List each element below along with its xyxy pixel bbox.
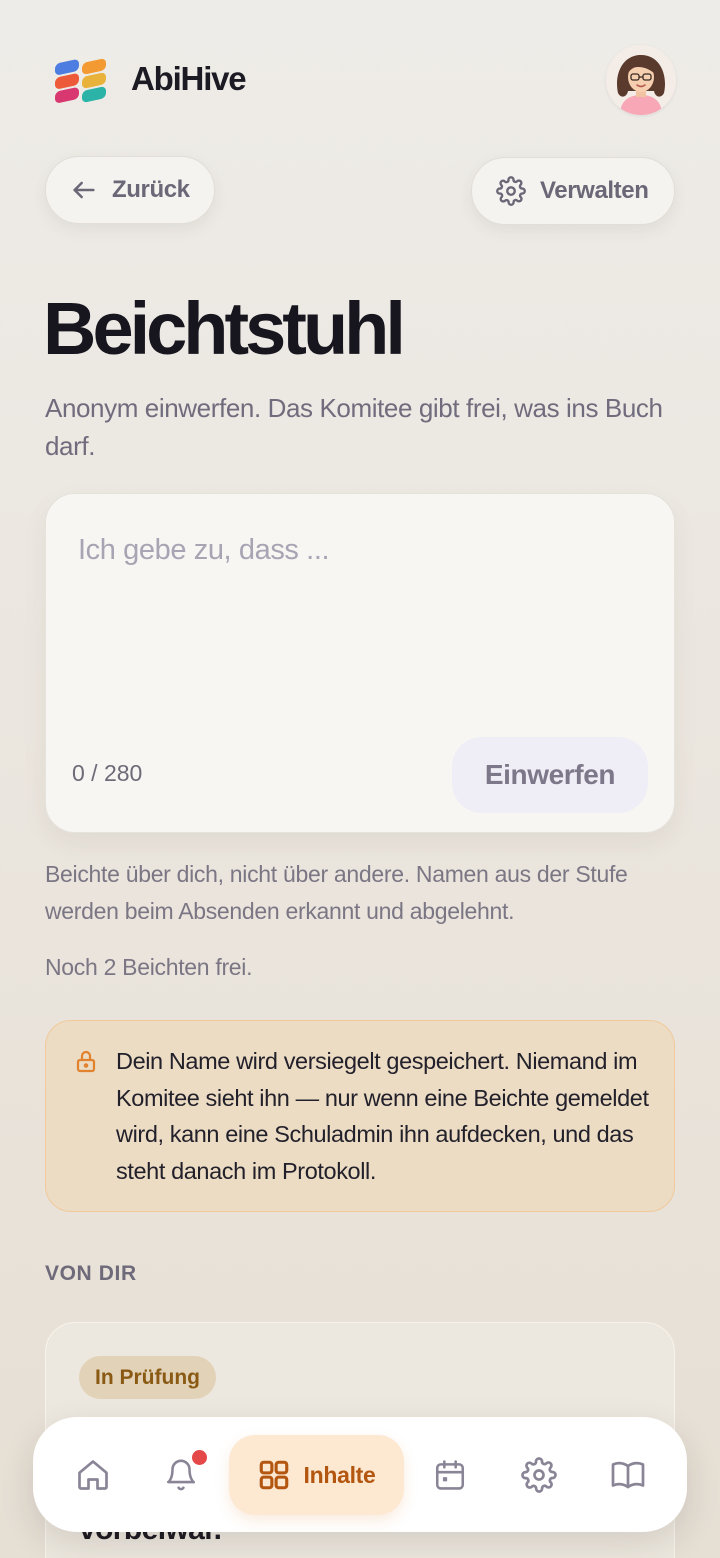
character-counter: 0 / 280 <box>72 760 143 786</box>
nav-calendar[interactable] <box>430 1417 470 1532</box>
nav-home[interactable] <box>71 1417 115 1532</box>
confession-input[interactable] <box>78 534 638 714</box>
gear-icon <box>496 176 526 206</box>
grid-icon <box>260 1460 289 1490</box>
bottom-navigation: Inhalte <box>33 1417 687 1532</box>
calendar-icon <box>435 1459 465 1490</box>
page-subtitle: Anonym einwerfen. Das Komitee gibt frei,… <box>45 393 663 461</box>
back-button-label: Zurück <box>112 176 190 203</box>
gear-icon <box>521 1456 557 1493</box>
book-icon <box>611 1461 645 1488</box>
status-badge: In Prüfung <box>79 1356 216 1399</box>
nav-book[interactable] <box>607 1417 649 1532</box>
back-button[interactable]: Zurück <box>45 156 215 224</box>
confession-form: 0 / 280 Einwerfen <box>45 493 675 833</box>
section-heading-own: VON DIR <box>45 1262 137 1285</box>
avatar[interactable] <box>606 45 676 115</box>
brand-name: AbiHive <box>131 60 247 97</box>
app-logo <box>54 55 108 105</box>
remaining-count: Noch 2 Beichten frei. <box>45 954 253 980</box>
manage-button-label: Verwalten <box>540 177 649 204</box>
notice-text: Dein Name wird versiegelt gespeichert. N… <box>116 1048 649 1184</box>
submit-button[interactable]: Einwerfen <box>452 737 648 813</box>
hint-text: Beichte über dich, nicht über andere. Na… <box>45 861 628 924</box>
notification-dot <box>192 1450 207 1465</box>
home-icon <box>78 1459 108 1490</box>
manage-button[interactable]: Verwalten <box>471 157 675 225</box>
arrow-left-icon <box>73 181 95 199</box>
privacy-notice: Dein Name wird versiegelt gespeichert. N… <box>45 1020 675 1212</box>
nav-notifications[interactable] <box>161 1417 201 1532</box>
page-title: Beichtstuhl <box>43 287 406 370</box>
lock-icon <box>76 1050 96 1073</box>
nav-settings[interactable] <box>519 1417 559 1532</box>
nav-content-label: Inhalte <box>303 1461 376 1488</box>
nav-content[interactable]: Inhalte <box>229 1435 404 1515</box>
